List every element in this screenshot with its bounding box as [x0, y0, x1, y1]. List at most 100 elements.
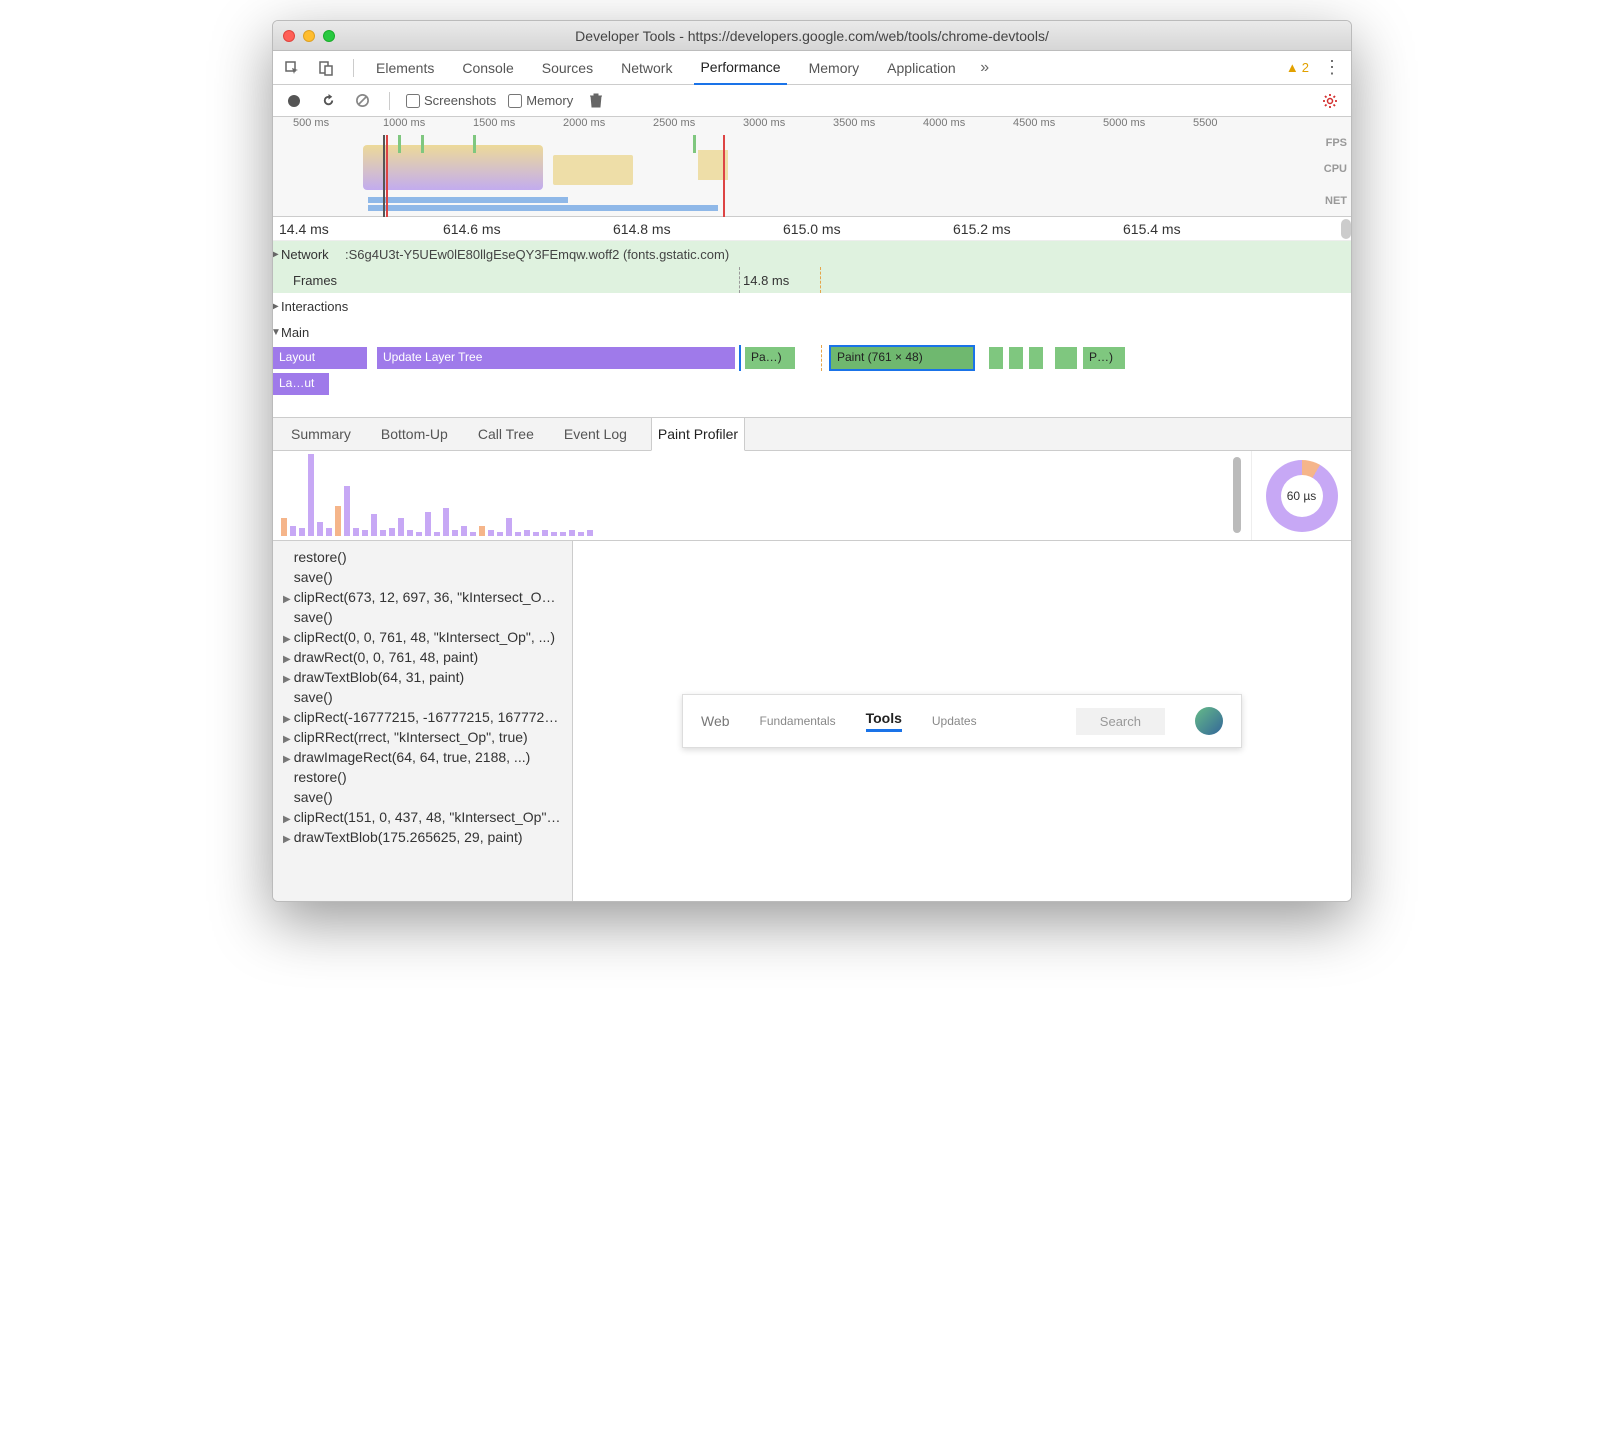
- paint-bar[interactable]: [353, 528, 359, 536]
- paint-block-1[interactable]: Pa…): [745, 347, 795, 369]
- warnings-badge[interactable]: ▲ 2: [1286, 60, 1309, 75]
- paint-bar[interactable]: [479, 526, 485, 536]
- paint-command-row[interactable]: ▶save(): [273, 687, 572, 707]
- flame-scrollbar[interactable]: [1341, 219, 1351, 239]
- clear-button[interactable]: [351, 90, 373, 112]
- more-menu-icon[interactable]: ⋮: [1321, 57, 1343, 79]
- tab-application[interactable]: Application: [881, 51, 962, 85]
- paint-bar[interactable]: [443, 508, 449, 536]
- paint-bar[interactable]: [299, 528, 305, 536]
- paint-command-row[interactable]: ▶save(): [273, 787, 572, 807]
- trash-icon[interactable]: [585, 90, 607, 112]
- paint-bar[interactable]: [461, 526, 467, 536]
- paint-command-row[interactable]: ▶save(): [273, 607, 572, 627]
- tab-performance[interactable]: Performance: [694, 51, 786, 85]
- paint-bar[interactable]: [389, 528, 395, 536]
- layout-block[interactable]: Layout: [273, 347, 367, 369]
- update-layer-tree-block[interactable]: Update Layer Tree: [377, 347, 735, 369]
- reload-record-button[interactable]: [317, 90, 339, 112]
- paint-bar[interactable]: [560, 532, 566, 536]
- paint-command-row[interactable]: ▶clipRect(151, 0, 437, 48, "kIntersect_O…: [273, 807, 572, 827]
- paint-bar[interactable]: [407, 530, 413, 536]
- paint-bar[interactable]: [452, 530, 458, 536]
- paint-command-row[interactable]: ▶clipRect(0, 0, 761, 48, "kIntersect_Op"…: [273, 627, 572, 647]
- paint-small-1[interactable]: [989, 347, 1003, 369]
- detail-tab-paint-profiler[interactable]: Paint Profiler: [651, 417, 745, 451]
- paint-command-row[interactable]: ▶drawImageRect(64, 64, true, 2188, ...): [273, 747, 572, 767]
- paint-command-row[interactable]: ▶clipRRect(rrect, "kIntersect_Op", true): [273, 727, 572, 747]
- network-track[interactable]: ▶ Network :S6g4U3t-Y5UEw0lE80llgEseQY3FE…: [273, 241, 1351, 267]
- overview-handle-right[interactable]: [723, 135, 725, 217]
- paint-bar[interactable]: [398, 518, 404, 536]
- paint-command-row[interactable]: ▶save(): [273, 567, 572, 587]
- preview-nav-updates[interactable]: Updates: [932, 714, 977, 728]
- settings-gear-icon[interactable]: [1319, 90, 1341, 112]
- paint-command-row[interactable]: ▶clipRect(673, 12, 697, 36, "kIntersect_…: [273, 587, 572, 607]
- strip-range-handle[interactable]: [1233, 457, 1241, 533]
- detail-tab-bottom-up[interactable]: Bottom-Up: [375, 417, 454, 451]
- paint-command-row[interactable]: ▶drawRect(0, 0, 761, 48, paint): [273, 647, 572, 667]
- timeline-overview[interactable]: 500 ms1000 ms1500 ms2000 ms2500 ms3000 m…: [273, 117, 1351, 217]
- disclosure-triangle-icon[interactable]: ▶: [283, 714, 291, 725]
- paint-small-3[interactable]: [1029, 347, 1043, 369]
- preview-nav-tools[interactable]: Tools: [866, 710, 902, 732]
- record-button[interactable]: [283, 90, 305, 112]
- disclosure-triangle-icon[interactable]: ▶: [283, 634, 291, 645]
- paint-bar[interactable]: [290, 526, 296, 536]
- tab-network[interactable]: Network: [615, 51, 678, 85]
- more-tabs-icon[interactable]: »: [974, 57, 996, 79]
- paint-command-row[interactable]: ▶drawTextBlob(64, 31, paint): [273, 667, 572, 687]
- paint-bar[interactable]: [497, 532, 503, 536]
- detail-tab-event-log[interactable]: Event Log: [558, 417, 633, 451]
- paint-bar[interactable]: [434, 532, 440, 536]
- detail-tab-summary[interactable]: Summary: [285, 417, 357, 451]
- paint-command-row[interactable]: ▶drawTextBlob(175.265625, 29, paint): [273, 827, 572, 847]
- paint-command-row[interactable]: ▶clipRect(-16777215, -16777215, 16777215…: [273, 707, 572, 727]
- tab-elements[interactable]: Elements: [370, 51, 440, 85]
- paint-bar[interactable]: [515, 532, 521, 536]
- disclosure-triangle-icon[interactable]: ▶: [283, 594, 291, 605]
- tab-sources[interactable]: Sources: [536, 51, 599, 85]
- paint-bar[interactable]: [344, 486, 350, 536]
- paint-bar[interactable]: [551, 532, 557, 536]
- paint-bar[interactable]: [524, 530, 530, 536]
- paint-bar[interactable]: [578, 532, 584, 536]
- flame-chart[interactable]: 14.4 ms614.6 ms614.8 ms615.0 ms615.2 ms6…: [273, 217, 1351, 417]
- paint-bar[interactable]: [488, 530, 494, 536]
- preview-nav-web[interactable]: Web: [701, 713, 730, 729]
- paint-profiler-strip[interactable]: 60 µs: [273, 451, 1351, 541]
- paint-bar[interactable]: [533, 532, 539, 536]
- paint-bar[interactable]: [371, 514, 377, 536]
- disclosure-triangle-icon[interactable]: ▶: [283, 814, 291, 825]
- disclosure-triangle-icon[interactable]: ▶: [272, 249, 279, 260]
- preview-nav-fundamentals[interactable]: Fundamentals: [760, 714, 836, 728]
- inspect-icon[interactable]: [281, 57, 303, 79]
- main-track[interactable]: ▼ Main: [273, 319, 1351, 345]
- disclosure-triangle-icon[interactable]: ▶: [283, 834, 291, 845]
- paint-block-selected[interactable]: Paint (761 × 48): [831, 347, 973, 369]
- detail-tab-call-tree[interactable]: Call Tree: [472, 417, 540, 451]
- disclosure-triangle-icon[interactable]: ▶: [283, 654, 291, 665]
- paint-command-list[interactable]: ▶restore()▶save()▶clipRect(673, 12, 697,…: [273, 541, 573, 901]
- paint-bar[interactable]: [281, 518, 287, 536]
- overview-handle-left[interactable]: [383, 135, 385, 217]
- paint-block-3[interactable]: P…): [1083, 347, 1125, 369]
- paint-bar[interactable]: [335, 506, 341, 536]
- memory-checkbox[interactable]: Memory: [508, 93, 573, 108]
- paint-bar[interactable]: [506, 518, 512, 536]
- paint-bar[interactable]: [416, 532, 422, 536]
- paint-small-2[interactable]: [1009, 347, 1023, 369]
- screenshots-checkbox[interactable]: Screenshots: [406, 93, 496, 108]
- paint-bar[interactable]: [542, 530, 548, 536]
- paint-bar[interactable]: [317, 522, 323, 536]
- preview-search[interactable]: Search: [1076, 708, 1165, 735]
- avatar[interactable]: [1195, 707, 1223, 735]
- paint-command-row[interactable]: ▶restore(): [273, 767, 572, 787]
- paint-bar[interactable]: [569, 530, 575, 536]
- paint-bar[interactable]: [326, 528, 332, 536]
- device-toggle-icon[interactable]: [315, 57, 337, 79]
- paint-command-bars[interactable]: [273, 451, 1251, 540]
- disclosure-triangle-icon[interactable]: ▼: [272, 327, 281, 338]
- paint-bar[interactable]: [425, 512, 431, 536]
- paint-bar[interactable]: [380, 530, 386, 536]
